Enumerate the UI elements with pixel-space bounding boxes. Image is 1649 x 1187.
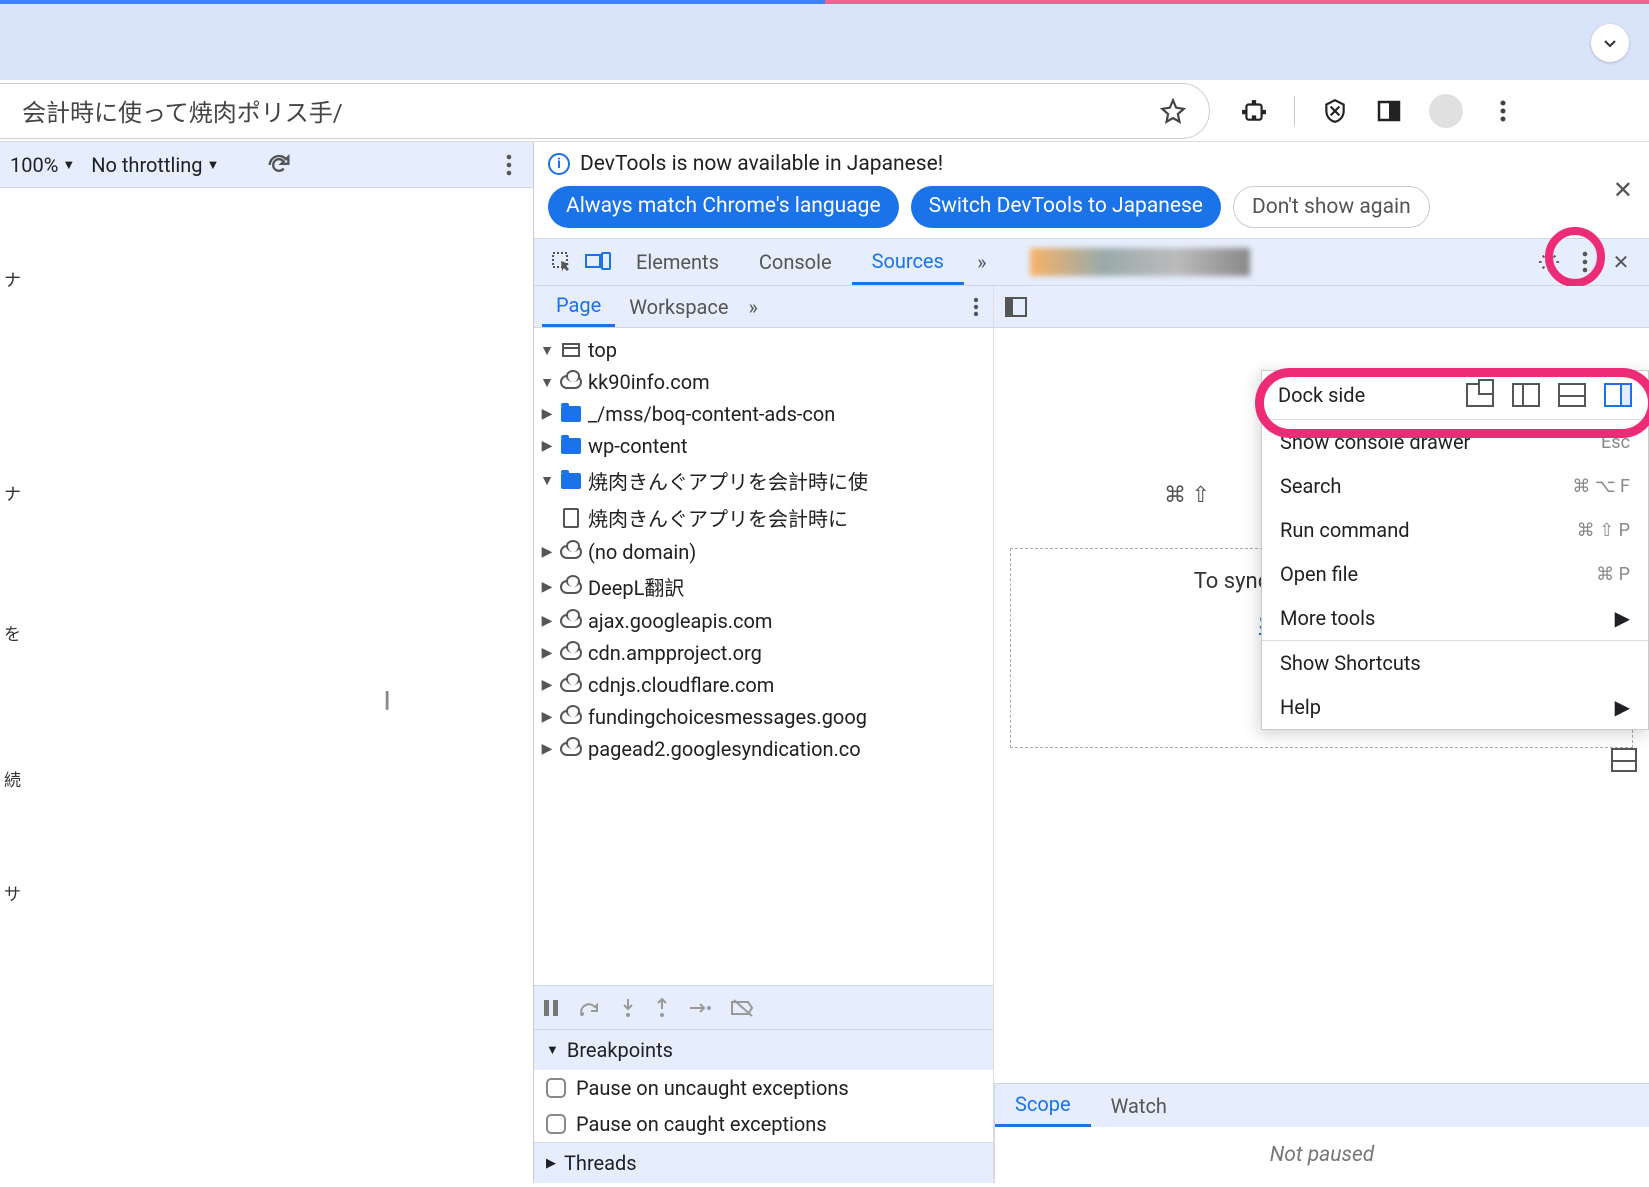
- menu-open-file[interactable]: Open file⌘ P: [1262, 552, 1648, 596]
- browser-tab-strip: [0, 0, 1649, 80]
- kebab-icon[interactable]: [1489, 97, 1517, 125]
- address-bar[interactable]: 会計時に使って焼肉ポリス手/: [0, 83, 1210, 139]
- step-icon[interactable]: [688, 1001, 712, 1015]
- switch-japanese-button[interactable]: Switch DevTools to Japanese: [911, 186, 1221, 228]
- bp-caught-row[interactable]: Pause on caught exceptions: [534, 1106, 993, 1142]
- debugger-bar: [534, 985, 993, 1029]
- device-icon[interactable]: [580, 252, 616, 272]
- truncated-text: 続: [4, 764, 21, 793]
- not-paused-text: Not paused: [994, 1127, 1649, 1183]
- truncated-text: サ: [4, 878, 21, 907]
- more-subtabs-icon[interactable]: »: [749, 295, 758, 319]
- info-bar: i DevTools is now available in Japanese!…: [534, 142, 1649, 238]
- dock-side-label: Dock side: [1278, 383, 1448, 407]
- tree-row: ▶ajax.googleapis.com: [534, 605, 993, 637]
- sources-subtabs: Page Workspace »: [534, 286, 993, 328]
- kb-hint: ⌘ ⇧: [1164, 483, 1210, 508]
- devtools-tabs: Elements Console Sources » ✕: [534, 238, 1649, 286]
- tree-row: ▼焼肉きんぐアプリを会計時に使: [534, 462, 993, 499]
- dock-bottom-icon[interactable]: [1558, 383, 1586, 407]
- star-icon[interactable]: [1159, 97, 1187, 125]
- throttle-value: No throttling: [91, 153, 202, 177]
- dock-left-icon[interactable]: [1512, 383, 1540, 407]
- tree-row: ▶DeepL翻訳: [534, 568, 993, 605]
- device-emulation-pane: 100% ▼ No throttling ▼ ナ ナ を 続 サ | |: [0, 142, 533, 1183]
- tree-row: ▶wp-content: [534, 430, 993, 462]
- zoom-value: 100%: [10, 153, 58, 177]
- tab-elements[interactable]: Elements: [616, 239, 739, 285]
- dock-undock-icon[interactable]: [1466, 383, 1494, 407]
- rotate-icon[interactable]: [265, 151, 293, 179]
- subtab-page[interactable]: Page: [542, 286, 615, 327]
- tree-row: 焼肉きんぐアプリを会計時に: [534, 499, 993, 536]
- blurred-region: [1030, 248, 1250, 276]
- tree-row: ▶_/mss/boq-content-ads-con: [534, 398, 993, 430]
- file-tree[interactable]: ▼top ▼kk90info.com ▶_/mss/boq-content-ad…: [534, 328, 993, 985]
- menu-run-command[interactable]: Run command⌘ ⇧ P: [1262, 508, 1648, 552]
- match-language-button[interactable]: Always match Chrome's language: [548, 186, 899, 228]
- menu-search[interactable]: Search⌘ ⌥ F: [1262, 464, 1648, 508]
- tab-watch[interactable]: Watch: [1091, 1084, 1187, 1127]
- tree-row: ▶fundingchoicesmessages.goog: [534, 701, 993, 733]
- step-over-icon[interactable]: [578, 998, 602, 1018]
- close-icon[interactable]: ✕: [1603, 250, 1639, 274]
- tab-scope[interactable]: Scope: [995, 1084, 1091, 1127]
- pause-icon[interactable]: [542, 998, 560, 1018]
- annotation-highlight: [1545, 227, 1605, 287]
- truncated-text: ナ: [4, 478, 21, 507]
- info-message: DevTools is now available in Japanese!: [580, 152, 943, 176]
- close-icon[interactable]: ✕: [1613, 176, 1633, 204]
- subtab-workspace[interactable]: Workspace: [615, 286, 742, 327]
- scope-tabs: Scope Watch: [994, 1083, 1649, 1127]
- devtools-menu: Dock side Show console drawerEsc Search⌘…: [1261, 370, 1649, 730]
- menu-more-tools[interactable]: More tools▶: [1262, 596, 1648, 640]
- editor-tabs: [994, 286, 1649, 328]
- tab-sources[interactable]: Sources: [852, 239, 964, 285]
- zoom-select[interactable]: 100% ▼: [10, 153, 75, 177]
- panel-icon[interactable]: [1375, 97, 1403, 125]
- breakpoints-header[interactable]: ▼Breakpoints: [534, 1030, 993, 1070]
- checkbox[interactable]: [546, 1114, 566, 1134]
- tree-row: ▶cdn.ampproject.org: [534, 637, 993, 669]
- tree-row: ▼kk90info.com: [534, 366, 993, 398]
- tree-row: ▶pagead2.googlesyndication.co: [534, 733, 993, 765]
- checkbox[interactable]: [546, 1078, 566, 1098]
- tree-row: ▶(no domain): [534, 536, 993, 568]
- toolbar-row: 会計時に使って焼肉ポリス手/: [0, 80, 1649, 142]
- info-icon: i: [548, 153, 570, 175]
- tree-row: ▼top: [534, 334, 993, 366]
- inspect-icon[interactable]: [544, 251, 580, 273]
- throttle-select[interactable]: No throttling ▼: [91, 153, 219, 177]
- divider: [1294, 96, 1295, 126]
- toggle-drawer-icon[interactable]: [1611, 748, 1637, 772]
- show-navigator-icon[interactable]: [1004, 296, 1028, 318]
- truncated-text: ナ: [4, 264, 21, 293]
- avatar[interactable]: [1429, 94, 1463, 128]
- shield-icon[interactable]: [1321, 97, 1349, 125]
- tree-row: ▶cdnjs.cloudflare.com: [534, 669, 993, 701]
- bp-uncaught-row[interactable]: Pause on uncaught exceptions: [534, 1070, 993, 1106]
- menu-help[interactable]: Help▶: [1262, 685, 1648, 729]
- dont-show-button[interactable]: Don't show again: [1233, 186, 1430, 228]
- threads-header[interactable]: ▶Threads: [534, 1142, 993, 1183]
- more-tabs-icon[interactable]: »: [964, 250, 1000, 274]
- deactivate-bp-icon[interactable]: [730, 998, 756, 1018]
- menu-shortcuts[interactable]: Show Shortcuts: [1262, 641, 1648, 685]
- truncated-text: を: [4, 618, 21, 647]
- tab-console[interactable]: Console: [739, 239, 852, 285]
- menu-console-drawer[interactable]: Show console drawerEsc: [1262, 420, 1648, 464]
- extensions-icon[interactable]: [1240, 97, 1268, 125]
- dock-right-icon[interactable]: [1604, 383, 1632, 407]
- kebab-icon[interactable]: [495, 151, 523, 179]
- step-out-icon[interactable]: [654, 997, 670, 1019]
- step-into-icon[interactable]: [620, 997, 636, 1019]
- chevron-down-icon[interactable]: [1591, 24, 1629, 62]
- url-text: 会計時に使って焼肉ポリス手/: [22, 93, 343, 128]
- kebab-icon[interactable]: [973, 297, 979, 317]
